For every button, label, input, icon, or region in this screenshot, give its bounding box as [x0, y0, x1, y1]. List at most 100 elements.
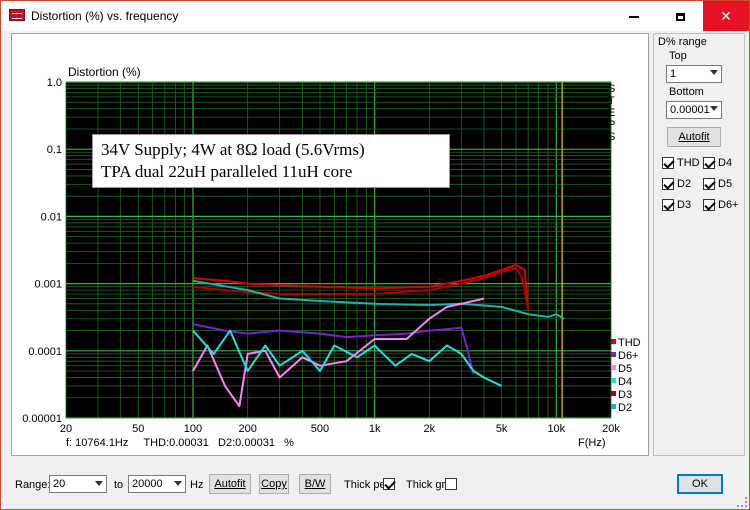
- top-select[interactable]: 1: [666, 65, 722, 83]
- checkbox-label: THD: [677, 157, 700, 169]
- autofit-button[interactable]: Autofit: [209, 474, 251, 494]
- checkbox[interactable]: [703, 178, 715, 190]
- checkbox-label: D4: [718, 157, 733, 169]
- autofit-button-label: Autofit: [214, 478, 246, 490]
- series-toggle-d2[interactable]: D2: [662, 178, 691, 190]
- plot-panel: 1.0 0.1 0.01 0.001 0.0001 0.00001 20 50 100 200 50…: [11, 33, 649, 456]
- legend-swatch: [611, 365, 616, 370]
- x-tick-label: 20: [60, 423, 72, 435]
- plot-background: [66, 82, 611, 418]
- checkbox[interactable]: [662, 157, 674, 169]
- maximize-button[interactable]: [657, 1, 703, 31]
- bw-button[interactable]: B/W: [299, 474, 331, 494]
- legend-label: D4: [618, 376, 632, 388]
- legend-label: THD: [618, 337, 641, 349]
- maximize-icon: [675, 13, 685, 22]
- checkbox[interactable]: [662, 199, 674, 211]
- checkbox-label: D3: [677, 199, 692, 211]
- cursor-readout: f: 10764.1Hz THD:0.00031 D2:0.00031 %: [66, 437, 294, 449]
- steps-letter: T: [608, 95, 615, 107]
- ok-button[interactable]: OK: [677, 474, 723, 494]
- copy-button[interactable]: Copy: [259, 474, 289, 494]
- legend-swatch: [611, 352, 616, 357]
- checkbox-label: D5: [718, 178, 733, 190]
- chevron-down-icon: [174, 481, 182, 486]
- distortion-chart: 1.0 0.1 0.01 0.001 0.0001 0.0000120 50 100 200 50…: [22, 65, 641, 449]
- annotation-line-2: TPA dual 22uH paralleled 11uH core: [101, 162, 353, 181]
- steps-letter: E: [608, 107, 615, 119]
- chevron-down-icon: [95, 481, 103, 486]
- x-axis-title: F(Hz): [578, 437, 606, 449]
- title-bar: Distortion (%) vs. frequency ✕: [1, 1, 749, 31]
- x-tick-label: 500: [311, 423, 329, 435]
- checkbox-label: D2: [677, 178, 692, 190]
- close-icon: ✕: [720, 8, 732, 24]
- legend-swatch: [611, 391, 616, 396]
- checkbox[interactable]: [703, 157, 715, 169]
- series-toggle-d3[interactable]: D3: [662, 199, 691, 211]
- series-toggle-d4[interactable]: D4: [703, 157, 732, 169]
- minimize-icon: [629, 16, 639, 19]
- minimize-button[interactable]: [611, 1, 657, 31]
- d-range-panel: D% range Top 1 Bottom 0.00001 Autofit TH…: [653, 33, 745, 456]
- steps-letter: S: [608, 131, 615, 143]
- series-toggle-d5[interactable]: D5: [703, 178, 732, 190]
- x-tick-label: 200: [238, 423, 256, 435]
- range-from-select[interactable]: 20: [49, 475, 107, 493]
- y-tick-label: 0.00001: [22, 413, 62, 425]
- close-button[interactable]: ✕: [703, 1, 749, 31]
- x-tick-label: 5k: [496, 423, 508, 435]
- y-axis-title: Distortion (%): [68, 65, 141, 79]
- y-tick-label: 0.001: [34, 279, 62, 291]
- checkbox-label: D6+: [718, 199, 739, 211]
- range-to-value: 20000: [132, 478, 163, 490]
- thick-pen-checkbox[interactable]: [383, 478, 395, 490]
- top-select-value: 1: [670, 68, 677, 80]
- legend-label: D2: [618, 402, 632, 414]
- bottom-toolbar: Range: 20 to 20000 Hz Autofit Copy B/W T…: [1, 471, 749, 501]
- distortion-window: Distortion (%) vs. frequency ✕ 1.0 0.1 0.0…: [0, 0, 750, 510]
- bw-button-label: B/W: [304, 478, 326, 490]
- checkbox[interactable]: [662, 178, 674, 190]
- series-toggle-d6plus[interactable]: D6+: [703, 199, 739, 211]
- annotation-line-1: 34V Supply; 4W at 8Ω load (5.6Vrms): [101, 140, 365, 159]
- range-label: Range:: [15, 479, 51, 491]
- legend-label: D3: [618, 389, 632, 401]
- annotation-textbox[interactable]: 34V Supply; 4W at 8Ω load (5.6Vrms) TPA …: [92, 134, 450, 188]
- bottom-select[interactable]: 0.00001: [666, 101, 722, 119]
- side-autofit-button[interactable]: Autofit: [667, 127, 721, 147]
- legend-swatch: [611, 378, 616, 383]
- range-to-select[interactable]: 20000: [128, 475, 186, 493]
- resize-grip[interactable]: [737, 497, 747, 507]
- range-from-value: 20: [53, 478, 66, 490]
- thick-grid-checkbox[interactable]: [445, 478, 457, 490]
- steps-letter: S: [608, 83, 615, 95]
- d-range-title: D% range: [658, 36, 707, 48]
- chevron-down-icon: [710, 106, 718, 111]
- x-tick-label: 1k: [369, 423, 381, 435]
- app-icon: [9, 9, 25, 21]
- y-tick-label: 0.1: [47, 144, 62, 156]
- hz-label: Hz: [190, 479, 204, 491]
- bottom-label: Bottom: [669, 86, 704, 98]
- y-tick-label: 1.0: [47, 77, 62, 89]
- x-tick-label: 2k: [424, 423, 436, 435]
- window-title: Distortion (%) vs. frequency: [31, 9, 179, 23]
- checkbox[interactable]: [703, 199, 715, 211]
- chevron-down-icon: [710, 70, 718, 75]
- bottom-select-value: 0.00001: [670, 104, 710, 116]
- legend-swatch: [611, 404, 616, 409]
- top-label: Top: [669, 50, 687, 62]
- series-toggle-thd[interactable]: THD: [662, 157, 700, 169]
- steps-letter: P: [608, 119, 615, 131]
- y-tick-label: 0.0001: [28, 346, 62, 358]
- x-tick-label: 20k: [602, 423, 620, 435]
- to-label: to: [114, 479, 124, 491]
- x-tick-label: 50: [132, 423, 144, 435]
- copy-button-label: Copy: [261, 478, 287, 490]
- y-tick-label: 0.01: [41, 211, 62, 223]
- legend-swatch: [611, 339, 616, 344]
- x-tick-label: 10k: [547, 423, 565, 435]
- x-tick-label: 100: [184, 423, 202, 435]
- legend-label: D6+: [618, 350, 639, 362]
